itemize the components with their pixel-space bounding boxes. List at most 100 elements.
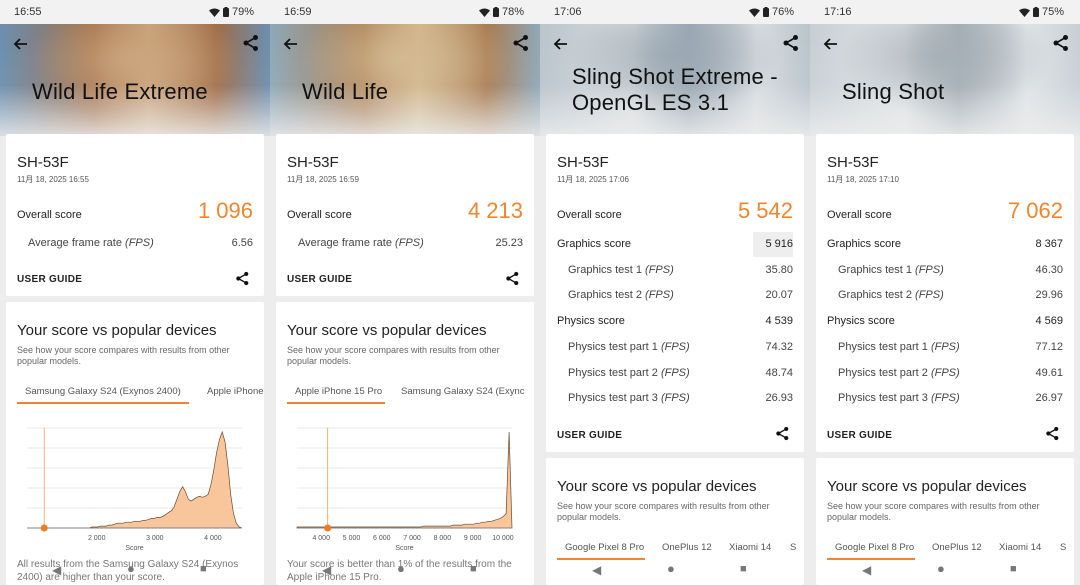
test-date: 11月 18, 2025 17:10	[827, 175, 899, 184]
share-result-icon[interactable]	[505, 271, 520, 286]
hero-banner: Wild Life Extreme	[0, 24, 270, 136]
popular-devices-card: Your score vs popular devices See how you…	[6, 302, 264, 585]
nav-recents-icon[interactable]: ■	[1010, 563, 1017, 575]
nav-recents-icon[interactable]: ■	[740, 563, 747, 575]
device-tab[interactable]: Apple iPhone 15 Pro	[295, 386, 382, 397]
fps-row: Physics test part 1 (FPS) 74.32	[568, 341, 793, 353]
navigation-bar: ◀ ● ■	[540, 553, 810, 585]
wifi-icon	[1018, 8, 1030, 17]
share-icon[interactable]	[1052, 34, 1070, 52]
device-tab[interactable]: Samsung Galaxy S24 (Exync	[401, 386, 525, 397]
overall-score-value: 4 213	[467, 198, 523, 223]
row-label: Graphics test 2	[838, 289, 912, 302]
row-label: Average frame rate	[28, 237, 122, 249]
row-value: 4 569	[1035, 315, 1063, 328]
row-label: Graphics test 1	[568, 263, 642, 276]
share-result-icon[interactable]	[775, 426, 790, 441]
status-icons: 79%	[208, 6, 254, 18]
wifi-icon	[748, 8, 760, 17]
row-label: Physics test part 3	[568, 392, 658, 405]
device-tab[interactable]: OnePlus 12	[932, 542, 982, 553]
nav-back-icon[interactable]: ◀	[322, 563, 331, 577]
battery-percent: 79%	[231, 6, 254, 18]
nav-back-icon[interactable]: ◀	[52, 563, 61, 577]
device-tab[interactable]: Google Pixel 8 Pro	[835, 542, 914, 553]
score-card: SH-53F 11月 18, 2025 17:06 Overall score 5 5…	[546, 134, 804, 452]
overall-score-value: 5 542	[737, 198, 793, 223]
score-card: SH-53F 11月 18, 2025 16:59 Overall score 4 2…	[276, 134, 534, 296]
status-time: 17:06	[554, 6, 582, 18]
row-label: Physics test part 2	[838, 366, 928, 379]
battery-icon	[762, 7, 769, 17]
device-tab[interactable]: Google Pixel 8 Pro	[565, 542, 644, 553]
battery-percent: 78%	[501, 6, 524, 18]
device-name: SH-53F	[827, 154, 879, 171]
user-guide-link[interactable]: USER GUIDE	[287, 274, 352, 285]
fps-unit: (FPS)	[645, 263, 674, 276]
share-icon[interactable]	[242, 34, 260, 52]
status-bar: 16:59 78%	[270, 0, 540, 24]
nav-back-icon[interactable]: ◀	[862, 563, 871, 577]
navigation-bar: ◀ ● ■	[270, 553, 540, 585]
benchmark-panel: 17:06 76% Sling Shot Extreme - OpenGL ES 3…	[540, 0, 810, 585]
hero-banner: Wild Life	[270, 24, 540, 136]
device-tabs: Samsung Galaxy S24 (Exynos 2400) Apple iP…	[17, 380, 264, 404]
device-name: SH-53F	[17, 154, 69, 171]
user-guide-link[interactable]: USER GUIDE	[827, 430, 892, 441]
fps-unit: (FPS)	[660, 366, 690, 379]
device-name: SH-53F	[287, 154, 339, 171]
status-time: 16:59	[284, 6, 312, 18]
fps-row: Graphics test 1 (FPS) 46.30	[838, 264, 1063, 276]
device-tab[interactable]: Apple iPhone	[207, 386, 264, 397]
row-label: Physics score	[557, 315, 625, 328]
user-guide-link[interactable]: USER GUIDE	[557, 430, 622, 441]
device-tab[interactable]: Xiaomi 14	[999, 542, 1041, 553]
x-tick-label: 8 000	[434, 535, 452, 542]
back-arrow-icon[interactable]	[12, 35, 30, 53]
fps-row: Average frame rate (FPS) 25.23	[298, 237, 523, 249]
benchmark-title: Sling Shot Extreme - OpenGL ES 3.1	[572, 64, 778, 115]
popular-subtitle: See how your score compares with results…	[827, 501, 1040, 522]
row-label: Graphics score	[827, 238, 901, 250]
status-icons: 75%	[1018, 6, 1064, 18]
nav-recents-icon[interactable]: ■	[200, 563, 207, 575]
row-value: 74.32	[765, 340, 793, 353]
x-axis-label: Score	[395, 545, 413, 552]
share-icon[interactable]	[782, 34, 800, 52]
fps-unit: (FPS)	[930, 340, 960, 353]
share-result-icon[interactable]	[1045, 426, 1060, 441]
sub-score-row: Physics score 4 539	[557, 315, 793, 327]
back-arrow-icon[interactable]	[822, 35, 840, 53]
nav-home-icon[interactable]: ●	[127, 561, 135, 576]
nav-home-icon[interactable]: ●	[667, 561, 675, 576]
score-card: SH-53F 11月 18, 2025 16:55 Overall score 1 0…	[6, 134, 264, 296]
device-tab[interactable]: Samsung Galaxy S24 (Exynos 2400)	[25, 386, 181, 397]
row-value: 29.96	[1035, 289, 1063, 302]
x-tick-label: 9 000	[464, 535, 482, 542]
share-result-icon[interactable]	[235, 271, 250, 286]
device-tab[interactable]: S	[1060, 542, 1066, 553]
device-tab[interactable]: S	[790, 542, 796, 553]
device-tab[interactable]: Xiaomi 14	[729, 542, 771, 553]
nav-recents-icon[interactable]: ■	[470, 563, 477, 575]
active-tab-indicator	[287, 402, 385, 404]
nav-back-icon[interactable]: ◀	[592, 563, 601, 577]
x-axis-label: Score	[125, 545, 143, 552]
user-guide-link[interactable]: USER GUIDE	[17, 274, 82, 285]
status-time: 17:16	[824, 6, 852, 18]
popular-title: Your score vs popular devices	[287, 322, 487, 339]
fps-row: Physics test part 2 (FPS) 48.74	[568, 367, 793, 379]
row-value: 6.56	[231, 237, 253, 249]
back-arrow-icon[interactable]	[552, 35, 570, 53]
fps-row: Physics test part 3 (FPS) 26.93	[568, 392, 793, 404]
device-tab[interactable]: OnePlus 12	[662, 542, 712, 553]
nav-home-icon[interactable]: ●	[397, 561, 405, 576]
share-icon[interactable]	[512, 34, 530, 52]
popular-subtitle: See how your score compares with results…	[287, 345, 500, 366]
back-arrow-icon[interactable]	[282, 35, 300, 53]
nav-home-icon[interactable]: ●	[937, 561, 945, 576]
score-distribution-chart: 4 000 5 000 6 000 7 000 8 000 9 000 10 000 Scor…	[287, 420, 522, 555]
row-value: 4 539	[765, 315, 793, 328]
status-bar: 17:16 75%	[810, 0, 1080, 24]
x-tick-label: 5 000	[343, 535, 361, 542]
